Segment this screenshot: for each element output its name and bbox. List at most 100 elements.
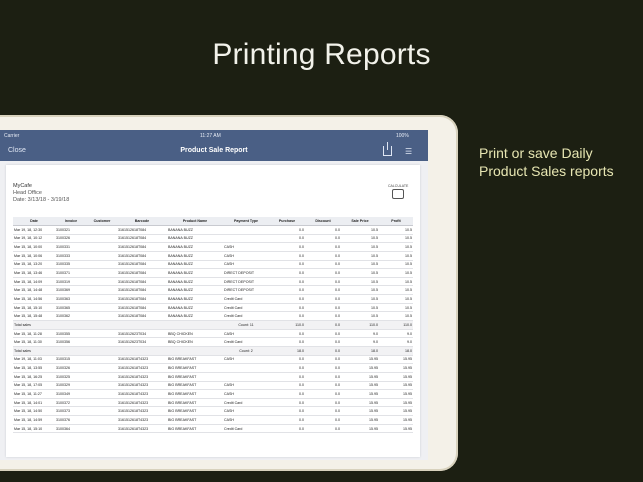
table-cell: 0.0 bbox=[269, 277, 305, 287]
table-cell: 9.0 bbox=[341, 329, 379, 339]
table-cell: 0.0 bbox=[305, 355, 341, 365]
table-cell: Credit Card bbox=[223, 337, 269, 347]
nav-bar: Close Product Sale Report ☰ bbox=[0, 141, 428, 161]
table-cell: 3100325 bbox=[55, 372, 87, 382]
table-cell: 110.0 bbox=[269, 320, 305, 330]
table-cell bbox=[87, 372, 117, 382]
table-cell: 3161512618T084 bbox=[117, 242, 167, 252]
table-cell: 3161512618T084 bbox=[117, 277, 167, 287]
table-cell: DIRECT DEPOSIT bbox=[223, 285, 269, 296]
table-cell: CASH bbox=[223, 242, 269, 252]
table-cell bbox=[167, 320, 223, 330]
table-cell: 0.0 bbox=[269, 268, 305, 278]
table-cell: 15.95 bbox=[341, 415, 379, 425]
table-cell: 10.5 bbox=[341, 303, 379, 313]
table-cell: 15.95 bbox=[341, 424, 379, 434]
table-cell bbox=[87, 355, 117, 365]
table-cell: 3161512618T4323 bbox=[117, 424, 167, 434]
table-cell: BANANA BUZZ bbox=[167, 277, 223, 287]
table-cell: 15.95 bbox=[379, 363, 413, 373]
table-cell: BIG BREAKFAST bbox=[167, 355, 223, 365]
table-cell: 0.0 bbox=[269, 372, 305, 382]
table-cell: 3161512618T084 bbox=[117, 225, 167, 235]
headline: Printing Reports bbox=[212, 38, 431, 71]
table-cell: 0.0 bbox=[305, 381, 341, 391]
table-cell: 0.0 bbox=[269, 242, 305, 252]
table-cell: 0.0 bbox=[269, 355, 305, 365]
table-cell: Mar 15, 18, 10:06 bbox=[13, 251, 55, 261]
table-cell: 0.0 bbox=[269, 389, 305, 399]
table-cell: 0.0 bbox=[305, 303, 341, 313]
table-cell: 3100326 bbox=[55, 363, 87, 373]
table-cell: 110.0 bbox=[379, 320, 413, 330]
app-screen: Carrier 11:27 AM 100% Close Product Sale… bbox=[0, 130, 428, 460]
table-cell: 3161512618T4323 bbox=[117, 415, 167, 425]
table-cell: Mar 15, 18, 14:56 bbox=[13, 294, 55, 304]
table-cell: BANANA BUZZ bbox=[167, 225, 223, 235]
table-cell: 3100376 bbox=[55, 415, 87, 425]
table-row: Mar 15, 18, 14:48 3100369 3161512618T084 BA… bbox=[13, 285, 413, 296]
table-cell: Mar 15, 18, 10:00 bbox=[13, 242, 55, 252]
table-cell: Credit Card bbox=[223, 294, 269, 304]
table-cell: Mar 15, 18, 14:50 bbox=[13, 406, 55, 417]
table-cell: 10.5 bbox=[379, 294, 413, 304]
table-cell bbox=[87, 424, 117, 434]
table-cell: 10.5 bbox=[341, 277, 379, 287]
table-cell: 15.95 bbox=[379, 381, 413, 391]
table-cell: 15.95 bbox=[341, 355, 379, 365]
table-cell: 3100363 bbox=[55, 294, 87, 304]
table-cell: BANANA BUZZ bbox=[167, 234, 223, 244]
table-cell: 3100364 bbox=[55, 424, 87, 434]
table-cell: 3161512618T4323 bbox=[117, 406, 167, 417]
table-cell bbox=[87, 251, 117, 261]
table-cell: 3100372 bbox=[55, 398, 87, 408]
table-cell bbox=[87, 234, 117, 244]
table-cell: 0.0 bbox=[305, 320, 341, 330]
table-cell: 18.0 bbox=[341, 346, 379, 356]
table-cell: 0.0 bbox=[305, 225, 341, 235]
table-cell bbox=[117, 346, 167, 356]
report-page: MyCafe Head Office Date: 3/13/18 - 3/19/… bbox=[6, 165, 420, 457]
table-cell bbox=[87, 277, 117, 287]
table-cell: 0.0 bbox=[305, 329, 341, 339]
column-header: Profit bbox=[379, 217, 413, 226]
table-cell: 3161512618T084 bbox=[117, 251, 167, 261]
table-cell: 3161512618T4323 bbox=[117, 398, 167, 408]
table-cell: 15.95 bbox=[379, 415, 413, 425]
tagline: Print or save Daily Product Sales report… bbox=[479, 144, 639, 180]
table-cell: 0.0 bbox=[305, 415, 341, 425]
table-cell: 3161512618T084 bbox=[117, 311, 167, 322]
table-cell: 0.0 bbox=[269, 260, 305, 270]
total-row: Total sales Count: 11 110.0 0.0 110.0 110.0 bbox=[13, 320, 413, 330]
table-row: Mar 15, 18, 10:06 3100333 3161512618T084 BA… bbox=[13, 251, 413, 261]
table-cell: 3161512618T4323 bbox=[117, 372, 167, 382]
table-cell: 10.5 bbox=[341, 268, 379, 278]
table-cell: 0.0 bbox=[305, 242, 341, 252]
table-cell: 0.0 bbox=[269, 294, 305, 304]
table-cell: Mar 19, 18, 10:12 bbox=[13, 234, 55, 244]
table-cell: CASH bbox=[223, 406, 269, 417]
table-cell: 0.0 bbox=[269, 329, 305, 339]
table-cell: BIG BREAKFAST bbox=[167, 363, 223, 373]
column-header: Date bbox=[13, 217, 55, 226]
filter-icon[interactable]: ☰ bbox=[405, 147, 415, 156]
table-cell: 3100349 bbox=[55, 389, 87, 399]
table-cell: 0.0 bbox=[305, 406, 341, 417]
table-cell: 0.0 bbox=[269, 363, 305, 373]
table-cell: 3100369 bbox=[55, 285, 87, 296]
table-cell: 10.5 bbox=[341, 242, 379, 252]
calculator-logo-icon: CALCULATE bbox=[388, 184, 408, 200]
table-cell: 0.0 bbox=[305, 277, 341, 287]
table-cell: BANANA BUZZ bbox=[167, 285, 223, 296]
table-cell bbox=[87, 406, 117, 417]
date-range: Date: 3/13/18 - 3/19/18 bbox=[13, 197, 70, 203]
table-cell: 10.5 bbox=[341, 294, 379, 304]
table-cell bbox=[55, 346, 87, 356]
table-cell: 9.0 bbox=[341, 337, 379, 347]
table-cell bbox=[87, 303, 117, 313]
share-icon[interactable] bbox=[383, 142, 392, 156]
table-header: Date Invoice Customer Barcode Product Name Pa… bbox=[13, 217, 413, 226]
table-cell: 10.5 bbox=[379, 277, 413, 287]
table-cell: 0.0 bbox=[305, 363, 341, 373]
total-row: Total sales Count: 2 18.0 0.0 18.0 18.0 bbox=[13, 346, 413, 356]
